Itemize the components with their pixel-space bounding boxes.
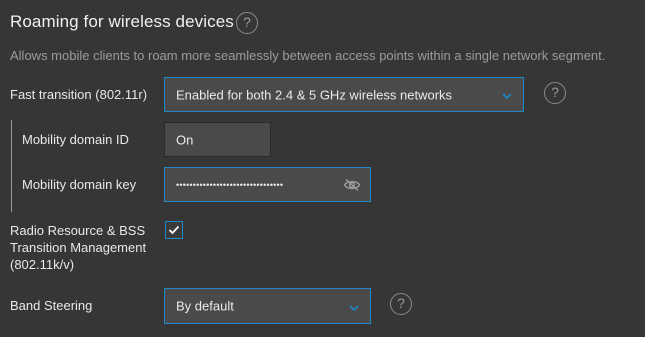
help-icon[interactable]: ? [544, 82, 566, 104]
mobility-domain-id-field[interactable]: On [164, 122, 271, 157]
eye-off-icon[interactable] [343, 178, 361, 192]
rrm-label-line3: (802.11k/v) [10, 257, 75, 272]
chevron-down-icon [349, 305, 359, 312]
rrm-checkbox[interactable] [165, 221, 183, 239]
rrm-label: Radio Resource & BSS Transition Manageme… [10, 222, 146, 273]
help-icon[interactable]: ? [236, 12, 258, 34]
rrm-label-line1: Radio Resource & BSS [10, 223, 146, 238]
mobility-domain-id-value: On [176, 132, 194, 147]
chevron-down-icon [502, 93, 512, 100]
fast-transition-value: Enabled for both 2.4 & 5 GHz wireless ne… [176, 87, 453, 102]
checkmark-icon [168, 225, 180, 235]
band-steering-value: By default [176, 298, 234, 314]
band-steering-select[interactable]: By default [164, 288, 371, 324]
mobility-domain-key-value: •••••••••••••••••••••••••••••••• [176, 179, 284, 190]
mobility-domain-key-label: Mobility domain key [22, 177, 137, 192]
fast-transition-label: Fast transition (802.11r) [10, 87, 148, 102]
section-title: Roaming for wireless devices [10, 12, 234, 31]
fast-transition-select[interactable]: Enabled for both 2.4 & 5 GHz wireless ne… [164, 77, 524, 112]
section-description: Allows mobile clients to roam more seaml… [10, 48, 606, 63]
help-icon[interactable]: ? [390, 293, 412, 315]
mobility-domain-key-field[interactable]: •••••••••••••••••••••••••••••••• [164, 167, 371, 202]
rrm-label-line2: Transition Management [10, 240, 147, 255]
mobility-domain-id-label: Mobility domain ID [22, 132, 129, 147]
sub-settings-indent-bar [11, 120, 12, 212]
band-steering-label: Band Steering [10, 298, 93, 313]
